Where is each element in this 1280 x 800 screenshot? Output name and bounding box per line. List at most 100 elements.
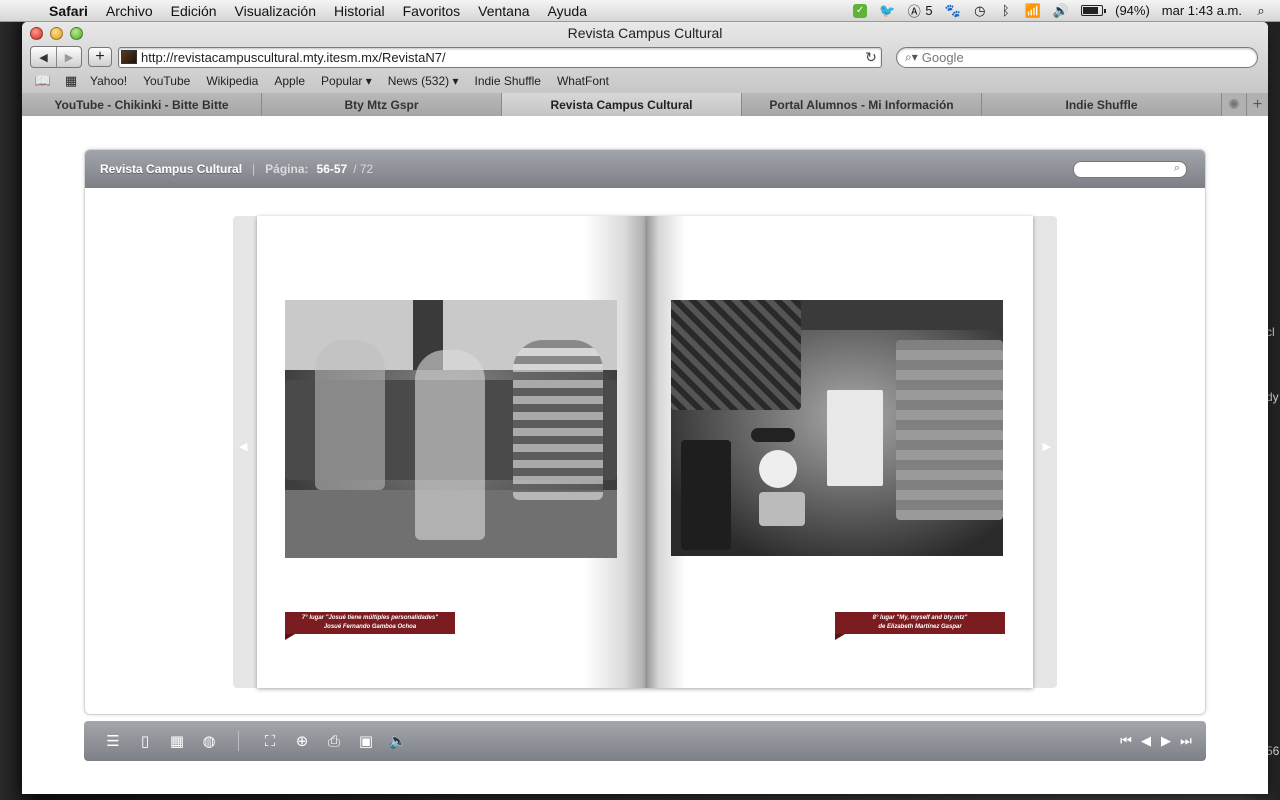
- next-page-icon[interactable]: ▶: [1158, 730, 1174, 752]
- search-field[interactable]: ⌕▾ Google: [896, 46, 1258, 68]
- bookmark-whatfont[interactable]: WhatFont: [549, 74, 617, 88]
- print-icon[interactable]: ⎙: [323, 730, 345, 752]
- time-machine-icon[interactable]: ◷: [973, 3, 987, 19]
- wifi-icon[interactable]: 📶: [1025, 3, 1041, 19]
- twitter-icon[interactable]: 🐦: [879, 3, 895, 19]
- search-icon: ⌕▾: [905, 49, 918, 64]
- back-button[interactable]: ◀: [31, 47, 56, 67]
- photo-drawing-card: [827, 390, 883, 486]
- nav-buttons: ◀ ▶: [30, 46, 82, 68]
- volume-icon[interactable]: 🔊: [1053, 3, 1069, 19]
- desktop-text-fragment: cl: [1266, 325, 1275, 339]
- thumbnails-grid-icon[interactable]: ▦: [166, 730, 188, 752]
- forward-button[interactable]: ▶: [56, 47, 81, 67]
- browser-toolbar: ◀ ▶ + http://revistacampuscultural.mty.i…: [30, 45, 1260, 69]
- left-page-photo: [285, 300, 617, 558]
- menu-visualizacion[interactable]: Visualización: [226, 3, 325, 19]
- loading-spinner-icon: ✺: [1222, 93, 1246, 116]
- bookmark-news[interactable]: News (532) ▾: [380, 74, 467, 88]
- bookmark-yahoo[interactable]: Yahoo!: [82, 74, 135, 88]
- page-range[interactable]: 56-57: [317, 162, 348, 176]
- tab-youtube[interactable]: YouTube - Chikinki - Bitte Bitte: [22, 93, 262, 116]
- page-label: Página:: [265, 162, 309, 176]
- battery-icon[interactable]: [1081, 5, 1107, 16]
- photo-figure-center: [415, 350, 485, 540]
- left-caption-author: Josué Fernando Gamboa Ochoa: [323, 624, 417, 630]
- last-page-icon[interactable]: ⏭: [1178, 730, 1194, 752]
- bookmark-youtube[interactable]: YouTube: [135, 74, 198, 88]
- evernote-icon[interactable]: ✓: [853, 3, 868, 18]
- safari-window: Revista Campus Cultural ◀ ▶ + http://rev…: [22, 22, 1268, 794]
- photo-wallet: [759, 492, 805, 526]
- previous-page-arrow-icon[interactable]: ◀: [239, 440, 247, 453]
- previous-page-icon[interactable]: ◀: [1138, 730, 1154, 752]
- viewer-search-icon[interactable]: ⌕: [1174, 162, 1180, 175]
- menu-ventana[interactable]: Ventana: [469, 3, 538, 19]
- menu-safari[interactable]: Safari: [40, 3, 97, 19]
- menubar-clock[interactable]: mar 1:43 a.m.: [1162, 3, 1242, 18]
- reload-icon[interactable]: ↻: [861, 49, 881, 66]
- site-favicon-icon: [121, 50, 137, 64]
- window-titlebar: Revista Campus Cultural ◀ ▶ + http://rev…: [22, 22, 1268, 116]
- right-page[interactable]: 8° lugar "My, myself and bty.mtz" de Eli…: [647, 216, 1033, 688]
- paw-icon[interactable]: 🐾: [945, 3, 961, 19]
- single-page-icon[interactable]: ▯: [134, 730, 156, 752]
- tab-indie-shuffle[interactable]: Indie Shuffle: [982, 93, 1222, 116]
- tab-bty-mtz-gspr[interactable]: Bty Mtz Gspr: [262, 93, 502, 116]
- magazine-title: Revista Campus Cultural: [100, 162, 243, 176]
- battery-percent: (94%): [1115, 3, 1150, 18]
- next-page-edge[interactable]: ▶: [1029, 216, 1057, 688]
- search-placeholder: Google: [921, 49, 964, 65]
- magazine-viewer: Revista Campus Cultural | Página: 56-57 …: [84, 149, 1206, 715]
- save-icon[interactable]: ▣: [355, 730, 377, 752]
- bluetooth-icon[interactable]: ᛒ: [999, 3, 1013, 19]
- add-bookmark-button[interactable]: +: [88, 47, 112, 67]
- share-globe-icon[interactable]: ◍: [198, 730, 220, 752]
- toolbar-divider: [238, 731, 239, 751]
- menubar: Safari Archivo Edición Visualización His…: [0, 0, 1280, 22]
- bookmark-wikipedia[interactable]: Wikipedia: [198, 74, 266, 88]
- menubar-extras: ✓ 🐦 Ⓐ 5 🐾 ◷ ᛒ 📶 🔊 (94%) mar 1:43 a.m. ⌕: [853, 3, 1280, 19]
- menu-edicion[interactable]: Edición: [162, 3, 226, 19]
- spotlight-icon[interactable]: ⌕: [1254, 3, 1268, 19]
- photo-figure-left: [315, 340, 385, 490]
- url-text[interactable]: http://revistacampuscultural.mty.itesm.m…: [141, 50, 861, 65]
- right-page-photo: [671, 300, 1003, 556]
- viewer-search-input[interactable]: ⌕: [1073, 160, 1187, 178]
- next-page-arrow-icon[interactable]: ▶: [1043, 440, 1051, 453]
- bookmark-popular[interactable]: Popular ▾: [313, 74, 380, 88]
- page-navigation: ⏮ ◀ ▶ ⏭: [1118, 730, 1194, 752]
- menu-ayuda[interactable]: Ayuda: [539, 3, 596, 19]
- photo-shoes: [671, 300, 801, 410]
- photo-badge: [759, 450, 797, 488]
- table-of-contents-icon[interactable]: ☰: [102, 730, 124, 752]
- photo-figure-right: [513, 340, 603, 500]
- reading-list-icon[interactable]: 📖: [32, 73, 54, 89]
- tab-portal-alumnos[interactable]: Portal Alumnos - Mi Información: [742, 93, 982, 116]
- tab-revista-campus-cultural[interactable]: Revista Campus Cultural: [502, 93, 742, 116]
- photo-shirt: [896, 340, 1003, 520]
- fullscreen-icon[interactable]: ⛶: [259, 730, 281, 752]
- tab-bar: YouTube - Chikinki - Bitte Bitte Bty Mtz…: [22, 93, 1268, 116]
- right-photo-caption: 8° lugar "My, myself and bty.mtz" de Eli…: [835, 612, 1005, 640]
- header-divider: |: [252, 162, 256, 176]
- adobe-updater-icon[interactable]: Ⓐ: [907, 3, 921, 19]
- photo-device: [681, 440, 731, 550]
- sound-icon[interactable]: 🔈: [387, 730, 409, 752]
- left-page[interactable]: 7° lugar "Josué tiene múltiples personal…: [257, 216, 647, 688]
- viewer-header: Revista Campus Cultural | Página: 56-57 …: [85, 150, 1205, 188]
- desktop-text-fragment: 56: [1266, 744, 1280, 758]
- right-caption-title: 8° lugar "My, myself and bty.mtz": [872, 615, 968, 621]
- page-content: Revista Campus Cultural | Página: 56-57 …: [22, 117, 1268, 794]
- zoom-in-icon[interactable]: ⊕: [291, 730, 313, 752]
- bookmark-indie-shuffle[interactable]: Indie Shuffle: [466, 74, 549, 88]
- first-page-icon[interactable]: ⏮: [1118, 730, 1134, 752]
- menu-archivo[interactable]: Archivo: [97, 3, 162, 19]
- bookmark-apple[interactable]: Apple: [266, 74, 313, 88]
- left-caption-title: 7° lugar "Josué tiene múltiples personal…: [301, 615, 439, 621]
- new-tab-button[interactable]: +: [1246, 93, 1268, 116]
- menu-favoritos[interactable]: Favoritos: [394, 3, 470, 19]
- address-bar[interactable]: http://revistacampuscultural.mty.itesm.m…: [118, 46, 882, 68]
- menu-historial[interactable]: Historial: [325, 3, 394, 19]
- top-sites-icon[interactable]: ▦: [60, 73, 82, 89]
